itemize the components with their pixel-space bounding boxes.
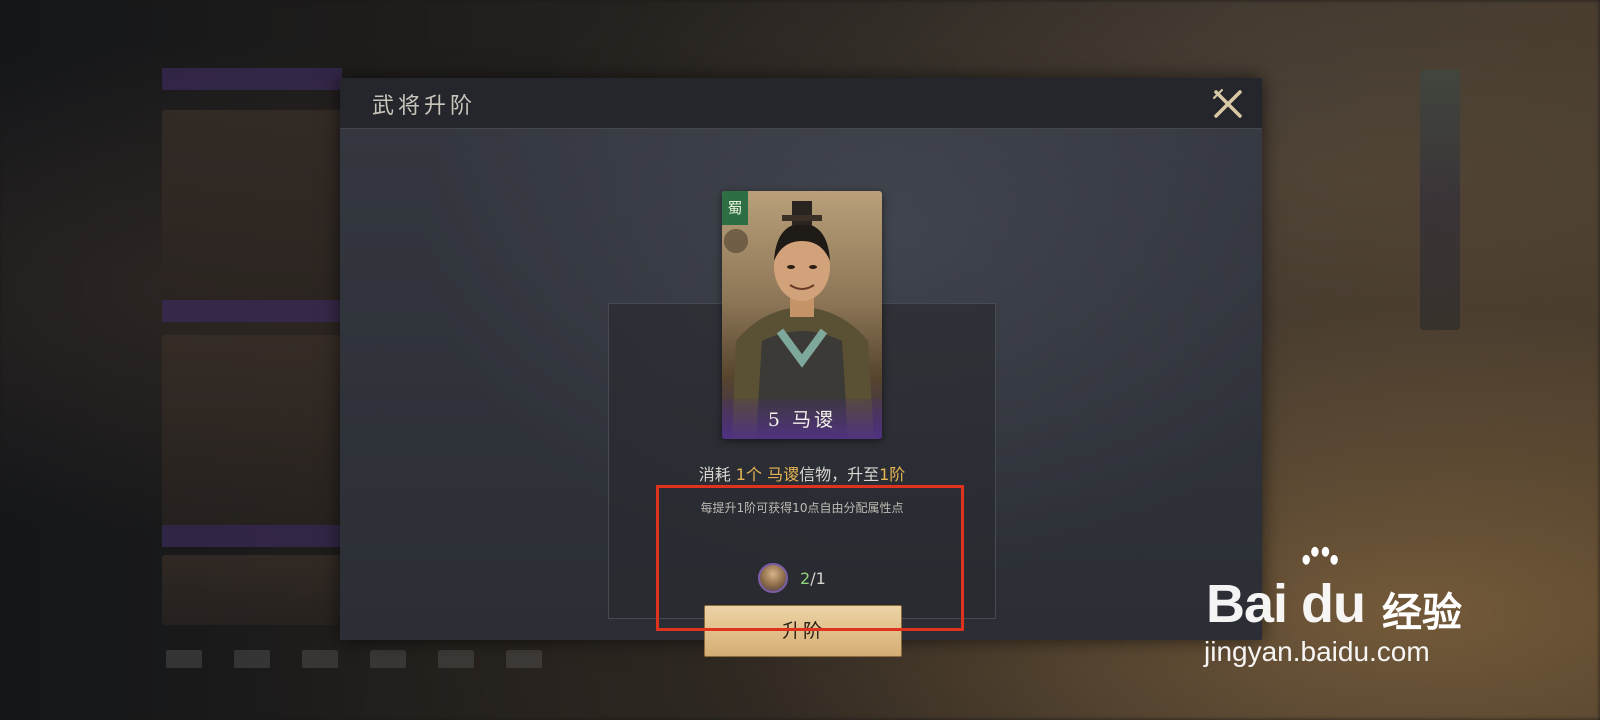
- bg-side-strip: [1420, 70, 1460, 330]
- watermark-logo-text: Bai du: [1206, 574, 1366, 634]
- consume-prefix: 消耗: [698, 465, 736, 484]
- close-icon: [1213, 89, 1242, 118]
- bg-hero-list-tab: [162, 68, 342, 90]
- target-rank: 1阶: [879, 465, 906, 484]
- bg-hero-list-tab: [162, 525, 342, 547]
- bow-class-icon: [724, 229, 748, 253]
- highlight-annotation: [656, 485, 964, 631]
- faction-badge: 蜀: [722, 191, 748, 225]
- watermark-logo-cn: 经验: [1382, 591, 1462, 635]
- bg-hero-card: [162, 335, 342, 525]
- bg-hero-card: [162, 555, 342, 625]
- hero-card[interactable]: 蜀 5 马谡: [722, 191, 882, 439]
- consume-mid: 信物，升至: [799, 465, 880, 484]
- consume-count: 1个: [735, 465, 762, 484]
- bg-bottom-bar: [150, 640, 610, 680]
- dialog-title: 武将升阶: [372, 94, 477, 119]
- close-button[interactable]: [1210, 86, 1246, 122]
- consume-item-name: 马谡: [767, 465, 800, 484]
- dialog-header: 武将升阶: [340, 78, 1262, 129]
- consume-description: 消耗 1个 马谡信物，升至1阶: [608, 461, 996, 485]
- bg-hero-list-tab: [162, 300, 342, 322]
- bg-hero-card: [162, 110, 342, 300]
- watermark-url: jingyan.baidu.com: [1204, 636, 1430, 667]
- hero-card-label: 5 马谡: [722, 399, 882, 439]
